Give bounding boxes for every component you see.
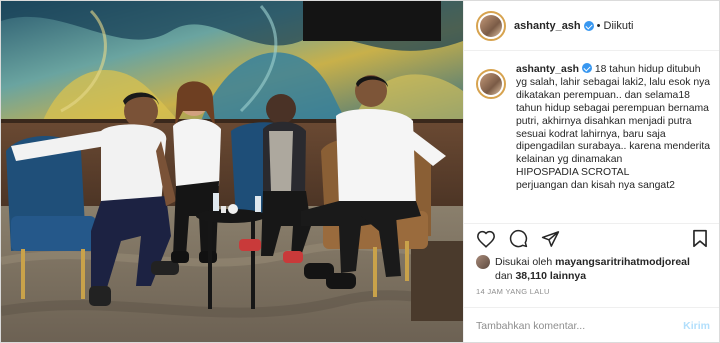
comment-area[interactable]: ashanty_ash 18 tahun hidup ditubuh yg sa… xyxy=(464,63,719,223)
liker-username[interactable]: mayangsaritrihatmodjoreal xyxy=(555,256,690,268)
avatar-image xyxy=(480,73,502,95)
header-separator: • xyxy=(596,19,601,32)
action-bar xyxy=(464,223,719,253)
comment-button[interactable] xyxy=(506,227,530,251)
avatar-image xyxy=(480,14,502,37)
post-timestamp[interactable]: 14 JAM YANG LALU xyxy=(476,287,550,296)
liker-avatar[interactable] xyxy=(476,255,490,269)
likes-middle: dan xyxy=(495,270,516,282)
likes-text: Disukai oleh mayangsaritrihatmodjoreal d… xyxy=(495,255,690,283)
caption-username[interactable]: ashanty_ash xyxy=(516,64,579,75)
add-comment-bar: Kirim xyxy=(464,307,719,342)
likes-count[interactable]: 38,110 xyxy=(515,270,547,282)
instagram-post: ashanty_ash • Diikuti ashanty_ash 18 tah… xyxy=(0,0,720,343)
share-button[interactable] xyxy=(538,227,562,251)
paper-plane-icon xyxy=(541,230,559,247)
bookmark-icon xyxy=(693,229,707,248)
post-header: ashanty_ash • Diikuti xyxy=(464,1,719,51)
likes-suffix[interactable]: lainnya xyxy=(547,270,586,282)
comment-input[interactable] xyxy=(476,320,684,332)
photo-scene xyxy=(1,1,463,342)
verified-badge-icon xyxy=(581,63,592,73)
author-avatar[interactable] xyxy=(476,10,506,41)
caption-text: 18 tahun hidup ditubuh yg salah, lahir s… xyxy=(516,64,711,192)
post-caption: ashanty_ash 18 tahun hidup ditubuh yg sa… xyxy=(516,63,712,223)
caption-body: ashanty_ash 18 tahun hidup ditubuh yg sa… xyxy=(516,63,712,193)
likes-prefix: Disukai oleh xyxy=(495,256,556,268)
following-status[interactable]: Diikuti xyxy=(604,20,634,32)
post-comment-button[interactable]: Kirim xyxy=(683,320,710,332)
author-username[interactable]: ashanty_ash xyxy=(514,20,581,32)
likes-summary: Disukai oleh mayangsaritrihatmodjoreal d… xyxy=(476,255,716,283)
like-button[interactable] xyxy=(474,227,498,251)
comment-icon xyxy=(509,229,527,248)
verified-badge-icon xyxy=(583,20,594,31)
save-button[interactable] xyxy=(688,227,712,251)
post-photo[interactable] xyxy=(1,1,463,342)
post-sidebar: ashanty_ash • Diikuti ashanty_ash 18 tah… xyxy=(463,1,719,342)
heart-icon xyxy=(477,230,495,248)
caption-avatar[interactable] xyxy=(476,69,506,99)
